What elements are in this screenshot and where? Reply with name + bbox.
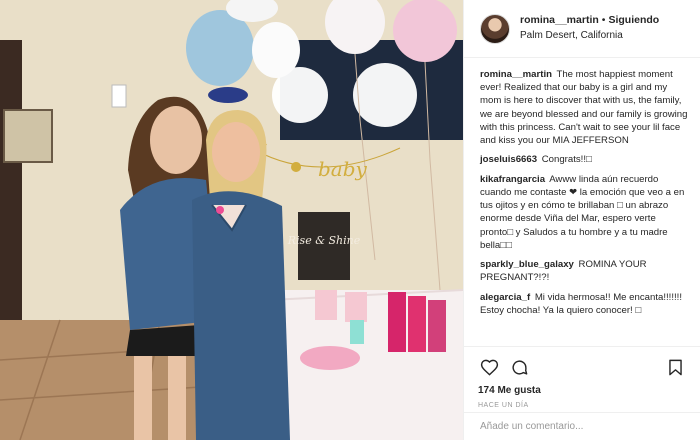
- bookmark-icon[interactable]: [664, 356, 686, 378]
- heart-icon[interactable]: [478, 356, 500, 378]
- plate: [300, 346, 360, 370]
- pompom: [353, 63, 417, 127]
- comment-item: kikafrangarcia Awww linda aún recuerdo c…: [480, 173, 688, 252]
- wall-frame: [3, 109, 53, 163]
- cup: [388, 292, 406, 352]
- caption-comment: romina__martin The most happiest moment …: [480, 68, 688, 147]
- post-photo: baby Rise & Shine: [0, 0, 463, 440]
- add-comment-bar: [464, 412, 700, 440]
- separator-dot: •: [601, 14, 606, 27]
- add-comment-input[interactable]: [480, 421, 684, 432]
- comment-item: joseluis6663 Congrats!!□: [480, 153, 688, 166]
- username-link[interactable]: romina__martin: [520, 14, 599, 26]
- comment-username[interactable]: joseluis6663: [480, 154, 537, 165]
- comment-username[interactable]: sparkly_blue_galaxy: [480, 259, 574, 270]
- comment-text: Awww linda aún recuerdo cuando me contas…: [480, 173, 685, 251]
- comment-username[interactable]: alegarcia_f: [480, 292, 530, 303]
- light-switch: [111, 84, 127, 108]
- comment-text: The most happiest moment ever! Realized …: [480, 69, 688, 147]
- balloon: [252, 22, 300, 78]
- comment-bubble-icon[interactable]: [508, 356, 530, 378]
- balloon: [186, 10, 254, 86]
- comment-item: sparkly_blue_galaxy ROMINA YOUR PREGNANT…: [480, 258, 688, 284]
- face-right: [212, 122, 260, 182]
- sign-text: Rise & Shine: [287, 234, 361, 247]
- post-header: romina__martin • Siguiendo Palm Desert, Ca…: [464, 0, 700, 58]
- denim-dress-right: [192, 191, 290, 440]
- header-row: romina__martin • Siguiendo: [520, 14, 659, 27]
- balloon: [393, 0, 457, 62]
- face-left: [150, 106, 202, 174]
- location-link[interactable]: Palm Desert, California: [520, 30, 659, 43]
- post-side-panel: romina__martin • Siguiendo Palm Desert, Ca…: [463, 0, 700, 440]
- comment-username[interactable]: kikafrangarcia: [480, 174, 545, 185]
- comment-username[interactable]: romina__martin: [480, 69, 552, 80]
- instagram-post-modal: baby Rise & Shine romina__martin • Sigui…: [0, 0, 700, 440]
- post-timestamp[interactable]: HACE UN DÍA: [478, 402, 686, 409]
- following-button[interactable]: Siguiendo: [608, 14, 659, 26]
- header-text: romina__martin • Siguiendo Palm Desert, Ca…: [520, 14, 659, 43]
- comments-list[interactable]: romina__martin The most happiest moment …: [464, 58, 700, 346]
- banner-text: baby: [318, 157, 368, 181]
- comment-text: Congrats!!□: [541, 154, 592, 166]
- post-photo-illustration: baby Rise & Shine: [0, 0, 463, 440]
- comment-item: alegarcia_f Mi vida hermosa!! Me encanta…: [480, 291, 688, 317]
- likes-count[interactable]: 174 Me gusta: [478, 385, 686, 396]
- post-actions: 174 Me gusta HACE UN DÍA: [464, 346, 700, 440]
- action-icons: [478, 355, 686, 379]
- avatar[interactable]: [480, 13, 510, 44]
